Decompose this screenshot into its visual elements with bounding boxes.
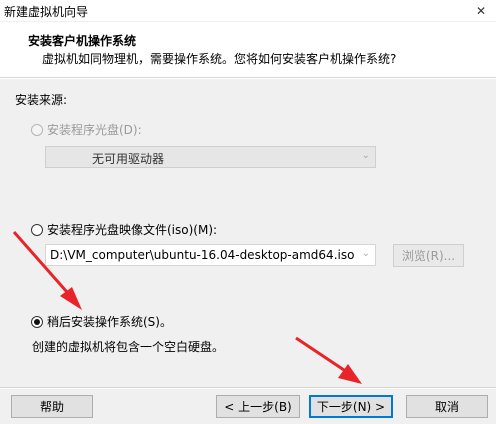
radio-install-iso[interactable] [31,224,43,236]
iso-path-input[interactable]: D:\VM_computer\ubuntu-16.04-desktop-amd6… [45,244,376,266]
next-button[interactable]: 下一步(N) > [309,395,393,418]
iso-path-value: D:\VM_computer\ubuntu-16.04-desktop-amd6… [50,248,355,262]
footer-divider-highlight [0,388,496,389]
install-source-label: 安装来源: [15,93,68,107]
window-title: 新建虚拟机向导 [4,5,89,19]
back-button[interactable]: < 上一步(B) [216,395,300,418]
chevron-down-icon: ⌄ [361,248,370,259]
wizard-body: 安装来源: 安装程序光盘(D): 无可用驱动器 ⌄ 安装程序光盘映像文件(iso… [0,79,496,424]
page-subtitle: 虚拟机如同物理机，需要操作系统。您将如何安装客户机操作系统? [42,52,397,66]
title-bar: 新建虚拟机向导 ✕ [0,0,496,22]
radio-install-later[interactable] [31,316,43,328]
chevron-down-icon: ⌄ [361,150,370,161]
page-title: 安装客户机操作系统 [28,34,137,48]
browse-button[interactable]: 浏览(R)... [393,244,464,267]
install-later-description: 创建的虚拟机将包含一个空白硬盘。 [32,340,225,354]
option-install-iso-label: 安装程序光盘映像文件(iso)(M): [47,223,218,237]
cancel-button[interactable]: 取消 [406,395,488,418]
drive-select[interactable]: 无可用驱动器 ⌄ [45,146,376,168]
close-icon[interactable]: ✕ [466,0,496,22]
radio-install-disc[interactable] [31,124,43,136]
option-install-disc-label: 安装程序光盘(D): [47,123,142,137]
option-install-later-label: 稍后安装操作系统(S)。 [47,315,172,329]
drive-select-value: 无可用驱动器 [92,152,165,166]
wizard-header: 安装客户机操作系统 虚拟机如同物理机，需要操作系统。您将如何安装客户机操作系统? [0,22,496,78]
help-button[interactable]: 帮助 [11,395,93,418]
